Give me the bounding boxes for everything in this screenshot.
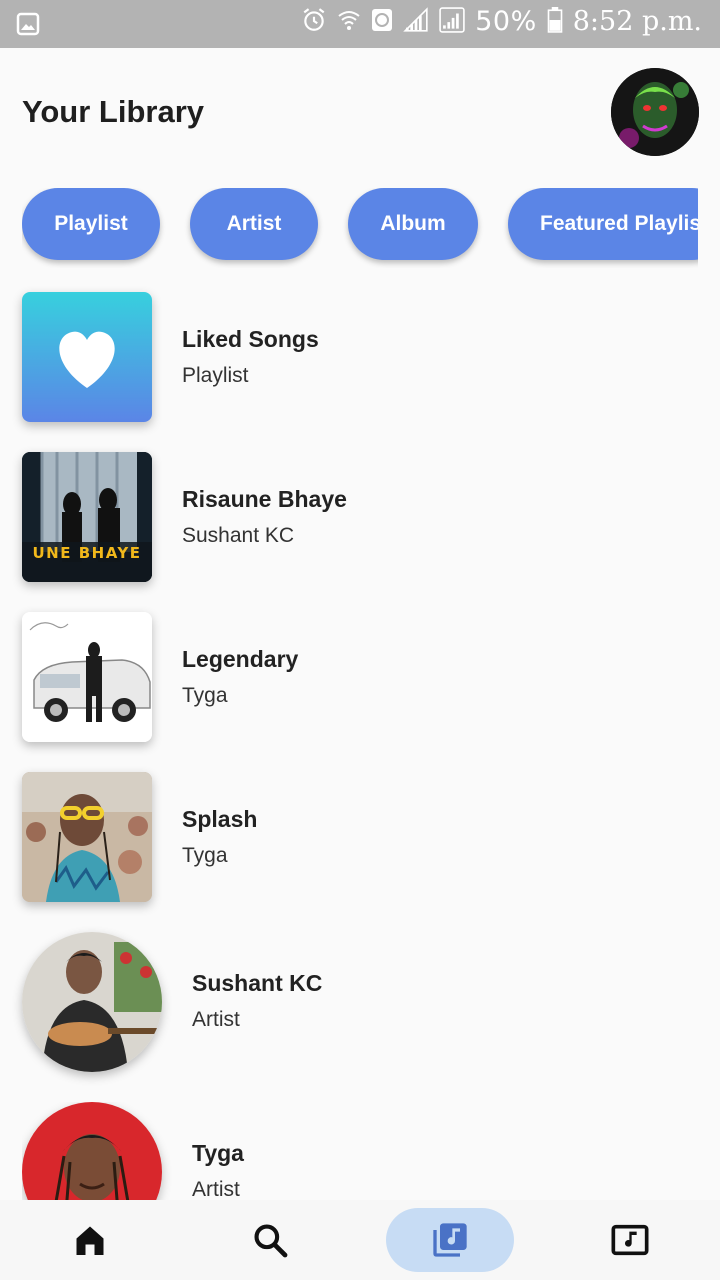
profile-avatar[interactable] bbox=[611, 68, 699, 156]
data-saver-icon bbox=[371, 7, 393, 37]
alarm-icon bbox=[301, 7, 327, 37]
filter-chips: Playlist Artist Album Featured Playlist bbox=[22, 188, 698, 268]
library-icon bbox=[433, 1223, 467, 1257]
item-subtitle: Artist bbox=[192, 1178, 240, 1200]
item-subtitle: Sushant KC bbox=[182, 524, 295, 547]
item-title: Liked Songs bbox=[182, 326, 319, 352]
home-icon bbox=[76, 1226, 104, 1255]
item-subtitle: Playlist bbox=[182, 364, 249, 387]
chip-featured-playlist[interactable]: Featured Playlist bbox=[508, 188, 698, 260]
list-item[interactable]: UNE BHAYE Risaune Bhaye Sushant KC bbox=[22, 452, 698, 582]
item-title: Legendary bbox=[182, 646, 299, 672]
item-title: Sushant KC bbox=[192, 970, 323, 996]
battery-percent: 50% bbox=[475, 6, 537, 37]
signal-icon bbox=[403, 6, 429, 37]
cover-text: UNE BHAYE bbox=[32, 544, 142, 562]
chip-album[interactable]: Album bbox=[348, 188, 478, 260]
wifi-icon bbox=[337, 7, 361, 37]
item-title: Tyga bbox=[192, 1140, 244, 1166]
list-item[interactable]: Liked Songs Playlist bbox=[22, 292, 698, 422]
nav-library[interactable] bbox=[386, 1208, 514, 1272]
nav-now-playing[interactable] bbox=[566, 1208, 694, 1272]
clock: 8:52 p.m. bbox=[572, 6, 702, 37]
list-item[interactable]: Sushant KC Artist bbox=[22, 932, 698, 1072]
battery-icon bbox=[547, 6, 563, 37]
nav-search[interactable] bbox=[206, 1208, 334, 1272]
signal-icon-2 bbox=[439, 6, 465, 37]
item-subtitle: Artist bbox=[192, 1008, 240, 1031]
album-cover bbox=[22, 612, 152, 742]
item-title: Risaune Bhaye bbox=[182, 486, 347, 512]
album-cover bbox=[22, 772, 152, 902]
item-title: Splash bbox=[182, 806, 258, 832]
album-cover: UNE BHAYE bbox=[22, 452, 152, 582]
music-video-icon bbox=[611, 1224, 649, 1256]
list-item[interactable]: Splash Tyga bbox=[22, 772, 698, 902]
heart-icon bbox=[59, 331, 115, 388]
list-item[interactable]: Tyga Artist bbox=[22, 1102, 698, 1200]
bottom-nav bbox=[0, 1200, 720, 1280]
image-notification-icon bbox=[16, 12, 40, 41]
chip-artist[interactable]: Artist bbox=[190, 188, 318, 260]
status-bar: 50% 8:52 p.m. bbox=[0, 0, 720, 48]
nav-home[interactable] bbox=[26, 1208, 154, 1272]
search-icon bbox=[254, 1224, 288, 1258]
artist-avatar bbox=[22, 932, 162, 1072]
list-item[interactable]: Legendary Tyga bbox=[22, 612, 698, 742]
liked-songs-cover bbox=[22, 292, 152, 422]
item-subtitle: Tyga bbox=[182, 684, 228, 707]
page-title: Your Library bbox=[22, 94, 205, 129]
item-subtitle: Tyga bbox=[182, 844, 228, 867]
chip-playlist[interactable]: Playlist bbox=[22, 188, 160, 260]
artist-avatar bbox=[22, 1102, 162, 1200]
